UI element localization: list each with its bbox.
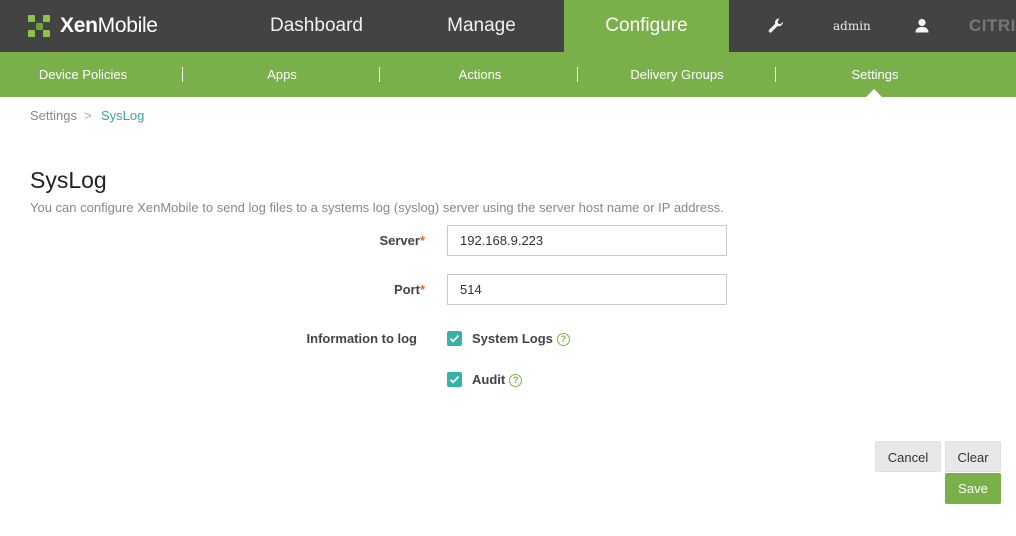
required-mark: * <box>419 233 425 248</box>
system-logs-checkbox[interactable] <box>447 331 462 346</box>
breadcrumb-separator: > <box>84 108 92 123</box>
xenmobile-logo-icon <box>28 15 50 37</box>
port-input[interactable] <box>447 274 727 305</box>
port-label: Port* <box>393 282 425 297</box>
clear-button[interactable]: Clear <box>945 441 1001 472</box>
top-navigation-bar: XenMobile Dashboard Manage Configure adm… <box>0 0 1016 52</box>
page-description: You can configure XenMobile to send log … <box>30 200 724 215</box>
subnav-divider <box>775 67 776 82</box>
help-icon[interactable]: ? <box>509 374 523 388</box>
active-tab-indicator <box>866 89 882 97</box>
server-label: Server* <box>379 233 425 248</box>
subnav-device-policies[interactable]: Device Policies <box>20 52 146 97</box>
subnav-divider <box>577 67 578 82</box>
breadcrumb-settings[interactable]: Settings <box>30 108 77 123</box>
required-mark: * <box>419 282 425 297</box>
subnav-divider <box>182 67 183 82</box>
sub-navigation-bar: Device Policies Apps Actions Delivery Gr… <box>0 52 1016 97</box>
save-button[interactable]: Save <box>945 473 1001 504</box>
check-icon <box>449 375 460 384</box>
audit-checkbox[interactable] <box>447 372 462 387</box>
information-to-log-label: Information to log <box>306 331 417 346</box>
topnav-configure[interactable]: Configure <box>564 0 729 52</box>
wrench-icon[interactable] <box>766 16 786 36</box>
system-logs-label: System Logs? <box>472 331 570 347</box>
logo-text: XenMobile <box>60 14 158 37</box>
topnav-dashboard[interactable]: Dashboard <box>234 0 399 52</box>
page-title: SysLog <box>30 167 107 193</box>
subnav-divider <box>379 67 380 82</box>
breadcrumb-current: SysLog <box>101 108 145 123</box>
cancel-button[interactable]: Cancel <box>875 441 941 472</box>
topnav-manage[interactable]: Manage <box>399 0 564 52</box>
server-input[interactable] <box>447 225 727 256</box>
subnav-actions[interactable]: Actions <box>420 52 540 97</box>
help-icon[interactable]: ? <box>556 333 570 347</box>
check-icon <box>449 334 460 343</box>
audit-label: Audit? <box>472 372 523 388</box>
user-name[interactable]: admin <box>833 0 871 52</box>
xenmobile-logo[interactable]: XenMobile <box>28 12 158 40</box>
citrix-logo: CITRIX <box>969 16 1016 35</box>
subnav-apps[interactable]: Apps <box>222 52 342 97</box>
user-icon[interactable] <box>912 16 932 36</box>
subnav-delivery-groups[interactable]: Delivery Groups <box>612 52 742 97</box>
